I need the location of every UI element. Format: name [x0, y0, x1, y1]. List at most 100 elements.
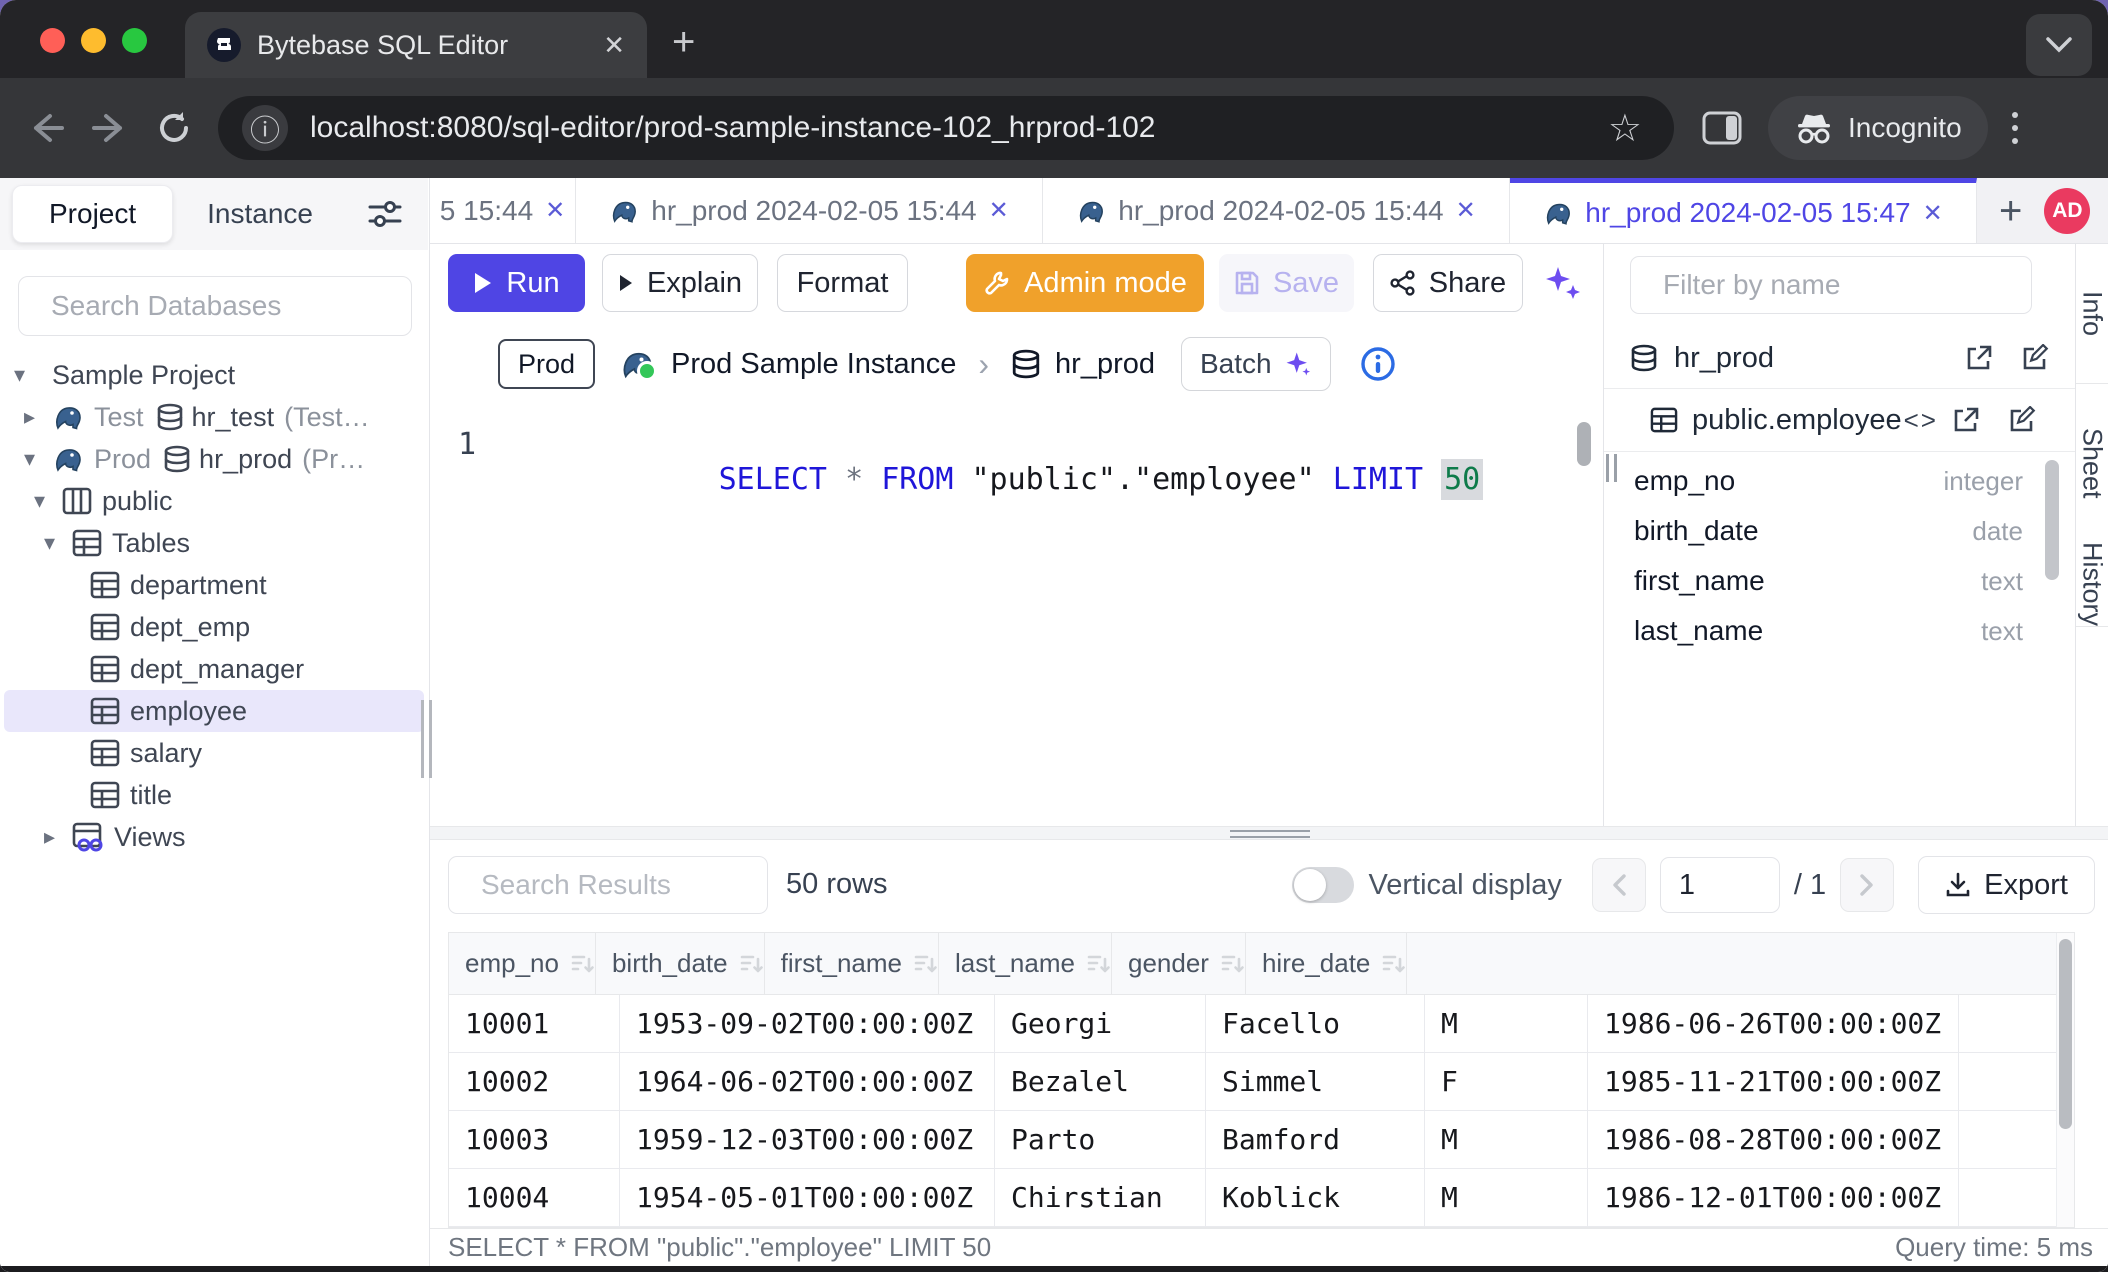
forward-icon[interactable] — [92, 112, 128, 144]
editor-tab[interactable]: hr_prod 2024-02-05 15:44 — [576, 178, 1043, 243]
view-code-icon[interactable] — [1904, 405, 1938, 436]
column-header[interactable]: first_name — [765, 933, 939, 994]
cell-emp-no[interactable]: 10004 — [449, 1169, 620, 1226]
tab-search-button[interactable] — [2026, 14, 2092, 76]
column-row[interactable]: birth_date date — [1604, 506, 2033, 556]
admin-mode-button[interactable]: Admin mode — [966, 254, 1204, 312]
tree-caret-icon[interactable]: ▸ — [24, 404, 52, 430]
cell-hire-date[interactable]: 1986-08-28T00:00:00Z — [1588, 1111, 1959, 1168]
column-header[interactable]: birth_date — [596, 933, 765, 994]
batch-button[interactable]: Batch — [1181, 337, 1331, 391]
column-list-scrollbar[interactable] — [2045, 460, 2059, 580]
side-tab[interactable]: Info — [2076, 244, 2108, 384]
format-button[interactable]: Format — [777, 254, 908, 312]
table-row[interactable]: 10003 1959-12-03T00:00:00Z Parto Bamford… — [449, 1111, 2057, 1169]
site-info-icon[interactable] — [242, 105, 288, 151]
tree-item[interactable]: ▾ public — [4, 480, 424, 522]
tab-instance[interactable]: Instance — [207, 198, 313, 230]
cell-hire-date[interactable]: 1986-06-26T00:00:00Z — [1588, 995, 1959, 1052]
tree-item[interactable]: dept_manager — [4, 648, 424, 690]
table-row[interactable]: 10004 1954-05-01T00:00:00Z Chirstian Kob… — [449, 1169, 2057, 1227]
tree-item[interactable]: department — [4, 564, 424, 606]
cell-birth-date[interactable]: 1964-06-02T00:00:00Z — [620, 1053, 995, 1110]
filter-settings-icon[interactable] — [368, 199, 402, 229]
panel-resize-handle[interactable] — [1606, 454, 1617, 482]
tree-item[interactable]: employee — [4, 690, 424, 732]
sort-icon[interactable] — [1221, 953, 1245, 975]
editor-results-divider[interactable] — [430, 826, 2108, 840]
schema-filter[interactable] — [1630, 256, 2032, 314]
reload-icon[interactable] — [156, 110, 192, 146]
ai-assistant-icon[interactable] — [1540, 261, 1584, 305]
new-sheet-icon[interactable] — [1999, 191, 2022, 231]
results-search[interactable] — [448, 856, 768, 914]
cell-gender[interactable]: F — [1425, 1053, 1588, 1110]
cell-hire-date[interactable]: 1986-12-01T00:00:00Z — [1588, 1169, 1959, 1226]
avatar[interactable]: AD — [2044, 188, 2090, 234]
tree-caret-icon[interactable]: ▾ — [34, 488, 62, 514]
tree-item[interactable]: ▾ Prod hr_prod — [4, 438, 424, 480]
tree-item[interactable]: ▾ Tables — [4, 522, 424, 564]
schema-database-row[interactable]: hr_prod — [1604, 328, 2075, 389]
tree-item[interactable]: ▸ Test hr_test — [4, 396, 424, 438]
sidebar-resize-handle[interactable] — [421, 700, 432, 778]
divider-grip-icon[interactable] — [1230, 830, 1310, 838]
editor-scrollbar[interactable] — [1577, 422, 1591, 466]
cell-gender[interactable]: M — [1425, 995, 1588, 1052]
editor-tab[interactable]: hr_prod 2024-02-05 15:44 — [1043, 178, 1510, 243]
schema-filter-input[interactable] — [1661, 268, 2026, 302]
tab-project[interactable]: Project — [12, 185, 173, 243]
sort-icon[interactable] — [1382, 953, 1406, 975]
column-header[interactable]: gender — [1112, 933, 1246, 994]
external-link-icon[interactable] — [1965, 344, 1993, 372]
close-tab-icon[interactable] — [1923, 199, 1943, 228]
database-name[interactable]: hr_prod — [1055, 348, 1155, 381]
cell-last-name[interactable]: Koblick — [1206, 1169, 1425, 1226]
cell-emp-no[interactable]: 10002 — [449, 1053, 620, 1110]
side-panel-icon[interactable] — [1702, 111, 1742, 145]
new-tab-icon[interactable] — [672, 22, 695, 62]
tree-caret-icon[interactable]: ▾ — [44, 530, 72, 556]
edit-icon[interactable] — [2021, 344, 2049, 372]
close-tab-icon[interactable] — [603, 32, 625, 58]
side-tab[interactable]: Sheet — [2076, 384, 2108, 542]
back-icon[interactable] — [28, 112, 64, 144]
database-search[interactable] — [18, 276, 412, 336]
cell-gender[interactable]: M — [1425, 1111, 1588, 1168]
minimize-window-button[interactable] — [81, 28, 106, 53]
page-number-input[interactable] — [1660, 857, 1780, 913]
run-button[interactable]: Run — [448, 254, 585, 312]
sql-code-line[interactable]: 1 SELECT * FROM "public"."employee" LIMI… — [430, 420, 1603, 468]
column-row[interactable]: first_name text — [1604, 556, 2033, 606]
side-tab[interactable]: History — [2076, 542, 2108, 627]
browser-menu-icon[interactable] — [2012, 112, 2018, 144]
cell-last-name[interactable]: Simmel — [1206, 1053, 1425, 1110]
edit-icon[interactable] — [2008, 406, 2036, 434]
editor-tab[interactable]: 5 15:44 — [430, 178, 576, 243]
environment-chip[interactable]: Prod — [498, 339, 595, 389]
close-tab-icon[interactable] — [545, 196, 565, 225]
save-button[interactable]: Save — [1219, 254, 1354, 312]
schema-table-row[interactable]: public.employee — [1604, 389, 2075, 452]
table-row[interactable]: 10002 1964-06-02T00:00:00Z Bezalel Simme… — [449, 1053, 2057, 1111]
column-row[interactable]: last_name text — [1604, 606, 2033, 656]
cell-last-name[interactable]: Bamford — [1206, 1111, 1425, 1168]
tree-caret-icon[interactable]: ▾ — [24, 446, 52, 472]
url-text[interactable]: localhost:8080/sql-editor/prod-sample-in… — [310, 111, 1608, 145]
cell-birth-date[interactable]: 1953-09-02T00:00:00Z — [620, 995, 995, 1052]
bookmark-star-icon[interactable] — [1608, 106, 1642, 151]
explain-button[interactable]: Explain — [602, 254, 758, 312]
cell-birth-date[interactable]: 1959-12-03T00:00:00Z — [620, 1111, 995, 1168]
sort-icon[interactable] — [740, 953, 764, 975]
cell-last-name[interactable]: Facello — [1206, 995, 1425, 1052]
cell-first-name[interactable]: Chirstian — [995, 1169, 1206, 1226]
column-header[interactable]: emp_no — [449, 933, 596, 994]
cell-emp-no[interactable]: 10003 — [449, 1111, 620, 1168]
export-button[interactable]: Export — [1918, 856, 2095, 914]
tree-item[interactable]: salary — [4, 732, 424, 774]
connection-info-icon[interactable] — [1359, 345, 1397, 383]
next-page-button[interactable] — [1840, 858, 1894, 912]
browser-tab[interactable]: Bytebase SQL Editor — [185, 12, 647, 78]
table-row[interactable]: 10001 1953-09-02T00:00:00Z Georgi Facell… — [449, 995, 2057, 1053]
share-button[interactable]: Share — [1373, 254, 1523, 312]
